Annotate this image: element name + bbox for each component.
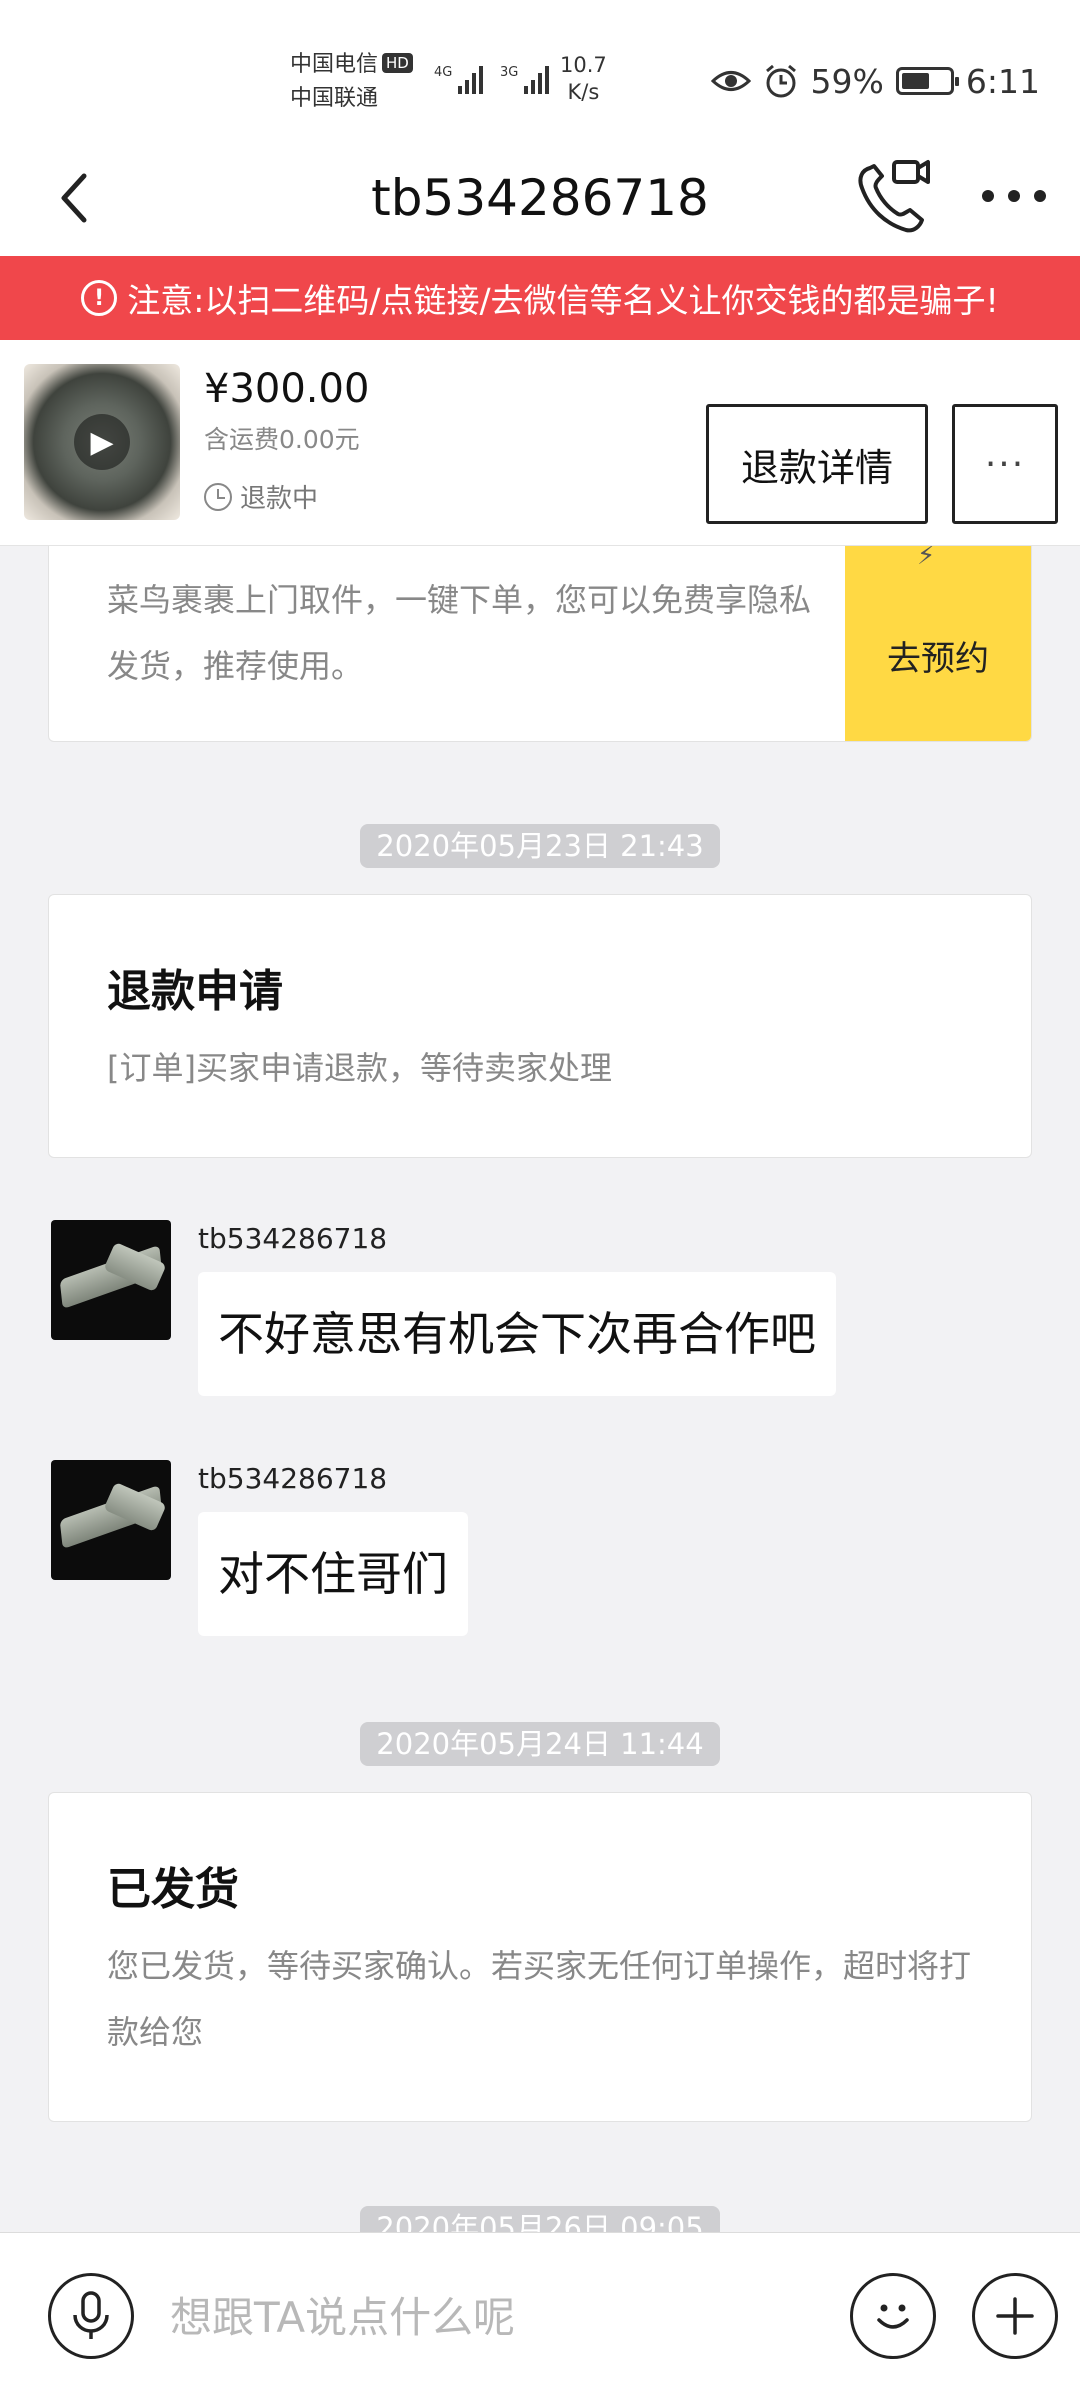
message-input-bar: [0, 2232, 1080, 2400]
refund-status: 退款中: [204, 478, 318, 515]
clock-time: 6:11: [965, 61, 1040, 101]
chat-area[interactable]: 菜鸟裹裹上门取件，一键下单，您可以免费享隐私发货，推荐使用。 ⚡ 去预约 202…: [0, 546, 1080, 2232]
timestamp-label: 2020年05月26日 09:05: [360, 2206, 720, 2232]
reserve-button-label: 去预约: [887, 638, 989, 679]
fraud-warning-text: 注意:以扫二维码/点链接/去微信等名义让你交钱的都是骗子!: [127, 281, 999, 320]
product-shipping: 含运费0.00元: [204, 425, 360, 454]
network-speed-unit: K/s: [567, 80, 600, 104]
promo-text: 菜鸟裹裹上门取件，一键下单，您可以免费享隐私发货，推荐使用。: [107, 581, 812, 685]
emoji-button[interactable]: [850, 2273, 936, 2359]
hd-badge: HD: [382, 53, 413, 73]
clock-icon: [204, 482, 232, 511]
battery-icon: [895, 67, 959, 95]
fraud-warning-banner: ! 注意:以扫二维码/点链接/去微信等名义让你交钱的都是骗子!: [0, 256, 1080, 340]
battery-percent: 59%: [810, 61, 884, 101]
carrier-2: 中国联通: [290, 86, 379, 111]
cainiao-promo-card: 菜鸟裹裹上门取件，一键下单，您可以免费享隐私发货，推荐使用。 ⚡ 去预约: [48, 546, 1032, 742]
nav-bar: tb534286718: [0, 140, 1080, 256]
product-thumbnail[interactable]: ▶: [24, 364, 180, 520]
exclamation-icon: !: [81, 280, 118, 316]
timestamp: 2020年05月24日 11:44: [0, 1722, 1080, 1766]
refund-status-text: 退款中: [240, 484, 319, 514]
refund-card-title: 退款申请: [107, 966, 283, 1017]
back-arrow-icon[interactable]: [48, 160, 108, 236]
product-bar: ▶ ¥300.00 含运费0.00元 退款中 退款详情 ···: [0, 340, 1080, 546]
avatar[interactable]: [51, 1460, 171, 1580]
refund-request-card[interactable]: 退款申请 [订单]买家申请退款，等待卖家处理: [48, 894, 1032, 1158]
timestamp-label: 2020年05月23日 21:43: [360, 824, 720, 868]
phone-video-call-icon[interactable]: [852, 154, 932, 238]
product-more-button[interactable]: ···: [952, 404, 1058, 524]
alarm-icon: [765, 64, 796, 98]
network-speed-value: 10.7: [560, 53, 607, 77]
smiley-icon: [877, 2304, 909, 2329]
signal-4g-icon: 4G: [434, 65, 483, 94]
message-sender: tb534286718: [198, 1222, 388, 1255]
timestamp: 2020年05月26日 09:05: [0, 2206, 1080, 2232]
status-bar: 中国电信 HD 中国联通 4G 3G 10.7 K/s 59% 6:11: [0, 0, 1080, 140]
signal-3g-icon: 3G: [500, 65, 549, 94]
timestamp: 2020年05月23日 21:43: [0, 824, 1080, 868]
message-bubble[interactable]: 对不住哥们: [198, 1512, 468, 1636]
more-options-icon[interactable]: [978, 168, 1050, 224]
refund-card-desc: [订单]买家申请退款，等待卖家处理: [107, 1049, 612, 1087]
message-sender: tb534286718: [198, 1462, 388, 1495]
avatar[interactable]: [51, 1220, 171, 1340]
carrier-info: 中国电信 HD 中国联通: [290, 48, 413, 116]
timestamp-label: 2020年05月24日 11:44: [360, 1722, 720, 1766]
play-icon[interactable]: ▶: [74, 414, 130, 470]
eye-icon: [710, 71, 751, 91]
carrier-1: 中国电信: [290, 52, 379, 77]
shipped-card-title: 已发货: [107, 1864, 239, 1915]
message-input[interactable]: [170, 2277, 810, 2357]
reserve-button[interactable]: ⚡ 去预约: [845, 546, 1031, 741]
voice-button[interactable]: [48, 2273, 134, 2359]
lightning-icon: ⚡: [917, 546, 936, 571]
plus-icon: [996, 2297, 1034, 2335]
product-price: ¥300.00: [204, 366, 370, 412]
add-button[interactable]: [972, 2273, 1058, 2359]
status-right: 59% 6:11: [710, 56, 1040, 106]
shipped-card[interactable]: 已发货 您已发货，等待买家确认。若买家无任何订单操作，超时将打款给您: [48, 1792, 1032, 2122]
network-speed: 10.7 K/s: [560, 52, 607, 106]
svg-text:4G: 4G: [434, 65, 452, 80]
shipped-card-desc: 您已发货，等待买家确认。若买家无任何订单操作，超时将打款给您: [107, 1947, 972, 2051]
microphone-icon: [73, 2291, 109, 2339]
refund-details-button[interactable]: 退款详情: [706, 404, 928, 524]
svg-text:3G: 3G: [500, 65, 518, 80]
message-bubble[interactable]: 不好意思有机会下次再合作吧: [198, 1272, 836, 1396]
